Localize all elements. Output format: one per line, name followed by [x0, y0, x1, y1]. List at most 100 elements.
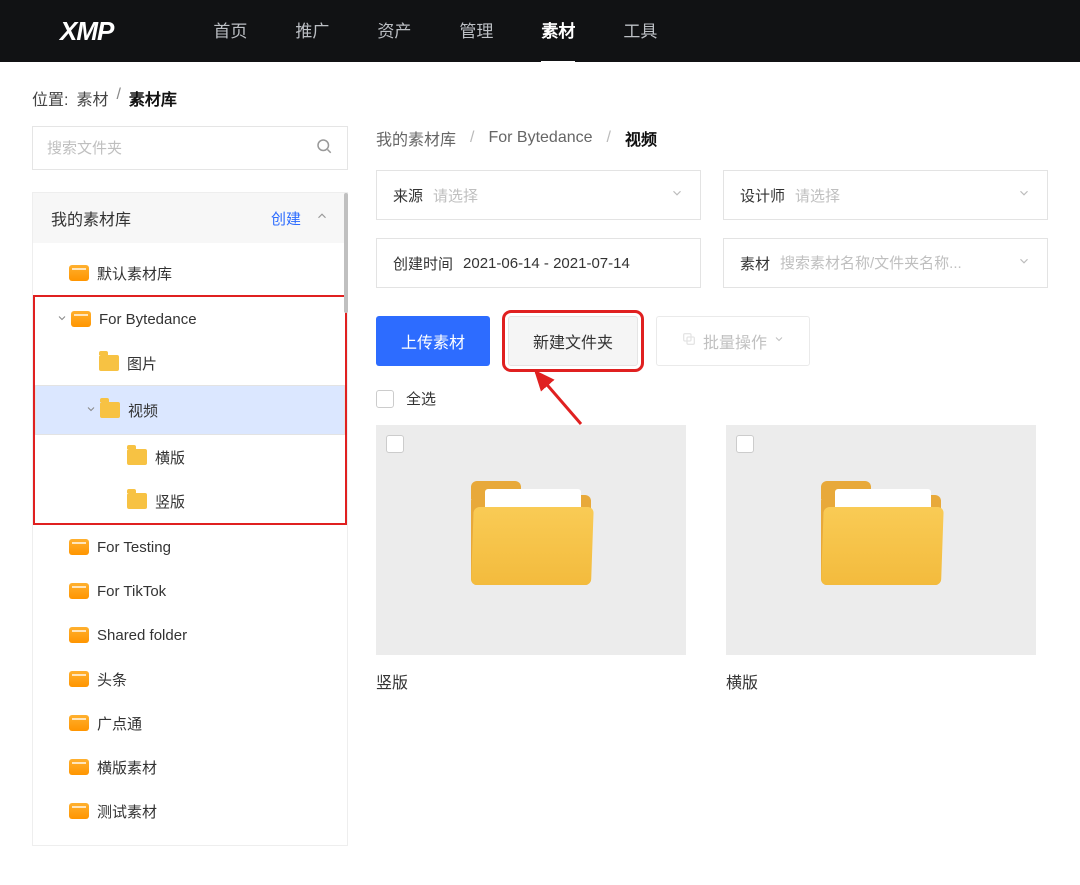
tree-item-label: 图片: [127, 353, 157, 374]
content-breadcrumb: 我的素材库/For Bytedance/视频: [376, 126, 1048, 150]
tree-item-label: 广点通: [97, 713, 142, 734]
batch-ops-button: 批量操作: [656, 316, 810, 366]
card-checkbox[interactable]: [736, 435, 754, 453]
path-sep: /: [470, 129, 474, 147]
designer-placeholder: 请选择: [795, 185, 1017, 206]
sidebar: 我的素材库 创建 默认素材库 For Bytedance 图片视频横版竖版 For T…: [32, 126, 348, 846]
folder-icon: [127, 449, 147, 465]
chevron-down-icon[interactable]: [53, 312, 71, 327]
crumb-item[interactable]: 素材: [76, 86, 108, 110]
nav-item-3[interactable]: 管理: [459, 17, 493, 46]
select-all-label: 全选: [406, 388, 436, 409]
folder-icon: [821, 495, 941, 585]
tree-item[interactable]: 竖版: [35, 479, 345, 523]
tree-header[interactable]: 我的素材库 创建: [33, 193, 347, 243]
tree-item[interactable]: 默认素材库: [33, 251, 347, 295]
upload-button[interactable]: 上传素材: [376, 316, 490, 366]
folder-card[interactable]: 竖版: [376, 425, 686, 693]
select-all-row[interactable]: 全选: [376, 388, 1048, 409]
scrollbar[interactable]: [344, 193, 348, 313]
library-icon: [69, 265, 89, 281]
library-icon: [69, 627, 89, 643]
folder-card[interactable]: 横版: [726, 425, 1036, 693]
tree-item-label: 测试素材: [97, 801, 157, 822]
new-folder-button[interactable]: 新建文件夹: [508, 316, 638, 366]
logo: XMP: [60, 16, 113, 47]
folder-icon: [471, 495, 591, 585]
folder-icon: [127, 493, 147, 509]
tree-root-title: 我的素材库: [51, 206, 271, 230]
library-icon: [69, 671, 89, 687]
tree-item-label: 视频: [128, 400, 158, 421]
folder-search-input[interactable]: [47, 140, 315, 157]
tree-item-label: For TikTok: [97, 583, 166, 600]
chevron-down-icon: [773, 332, 785, 350]
path-item[interactable]: For Bytedance: [488, 129, 592, 147]
tree-item[interactable]: 测试素材: [33, 789, 347, 833]
designer-label: 设计师: [740, 185, 785, 206]
nav-item-1[interactable]: 推广: [295, 17, 329, 46]
tree-item[interactable]: 视频: [35, 385, 345, 435]
created-time-select[interactable]: 创建时间 2021-06-14 - 2021-07-14: [376, 238, 701, 288]
folder-search[interactable]: [32, 126, 348, 170]
chevron-down-icon: [670, 186, 684, 204]
nav-item-4[interactable]: 素材: [541, 17, 575, 46]
chevron-down-icon[interactable]: [82, 403, 100, 418]
tree-item[interactable]: For TikTok: [33, 569, 347, 613]
source-select[interactable]: 来源 请选择: [376, 170, 701, 220]
tree-item[interactable]: For Testing: [33, 525, 347, 569]
tree-item-label: Shared folder: [97, 627, 187, 644]
tree-item-label: 默认素材库: [97, 263, 172, 284]
chevron-down-icon: [1017, 254, 1031, 272]
tree-item[interactable]: 广点通: [33, 701, 347, 745]
search-icon: [315, 137, 333, 160]
source-placeholder: 请选择: [433, 185, 670, 206]
crumb-current: 素材库: [129, 86, 177, 110]
folder-icon: [100, 402, 120, 418]
tree-item[interactable]: Shared folder: [33, 613, 347, 657]
material-search[interactable]: 素材: [723, 238, 1048, 288]
tree-item[interactable]: 横版素材: [33, 745, 347, 789]
tree-item[interactable]: For Bytedance: [35, 297, 345, 341]
card-thumbnail[interactable]: [726, 425, 1036, 655]
tree-item-label: For Bytedance: [99, 311, 197, 328]
tree-item-label: For Testing: [97, 539, 171, 556]
tree-item-label: 横版素材: [97, 757, 157, 778]
material-label: 素材: [740, 253, 770, 274]
tree-item-label: 头条: [97, 669, 127, 690]
folder-tree-panel: 我的素材库 创建 默认素材库 For Bytedance 图片视频横版竖版 For T…: [32, 192, 348, 846]
tree-item[interactable]: 图片: [35, 341, 345, 385]
tree-item[interactable]: 横版: [35, 435, 345, 479]
crumb-sep: /: [116, 86, 120, 110]
library-icon: [71, 311, 91, 327]
copy-icon: [681, 331, 697, 352]
created-label: 创建时间: [393, 253, 453, 274]
designer-select[interactable]: 设计师 请选择: [723, 170, 1048, 220]
nav-item-2[interactable]: 资产: [377, 17, 411, 46]
card-thumbnail[interactable]: [376, 425, 686, 655]
nav-item-0[interactable]: 首页: [213, 17, 247, 46]
library-icon: [69, 759, 89, 775]
card-name: 竖版: [376, 669, 686, 693]
nav-item-5[interactable]: 工具: [623, 17, 657, 46]
page-breadcrumb: 位置: 素材 / 素材库: [0, 62, 1080, 126]
select-all-checkbox[interactable]: [376, 390, 394, 408]
source-label: 来源: [393, 185, 423, 206]
chevron-down-icon: [1017, 186, 1031, 204]
card-checkbox[interactable]: [386, 435, 404, 453]
tree-item[interactable]: 头条: [33, 657, 347, 701]
material-search-input[interactable]: [780, 255, 1017, 272]
main-panel: 我的素材库/For Bytedance/视频 来源 请选择 设计师 请选择 创建…: [348, 126, 1048, 846]
chevron-up-icon[interactable]: [315, 209, 329, 228]
create-link[interactable]: 创建: [271, 208, 301, 229]
crumb-prefix: 位置:: [32, 86, 68, 110]
tree-item-label: 竖版: [155, 491, 185, 512]
tree-item-label: 横版: [155, 447, 185, 468]
path-item[interactable]: 我的素材库: [376, 126, 456, 150]
folder-icon: [99, 355, 119, 371]
card-name: 横版: [726, 669, 1036, 693]
created-value: 2021-06-14 - 2021-07-14: [463, 255, 684, 272]
library-icon: [69, 583, 89, 599]
path-sep: /: [607, 129, 611, 147]
library-icon: [69, 539, 89, 555]
